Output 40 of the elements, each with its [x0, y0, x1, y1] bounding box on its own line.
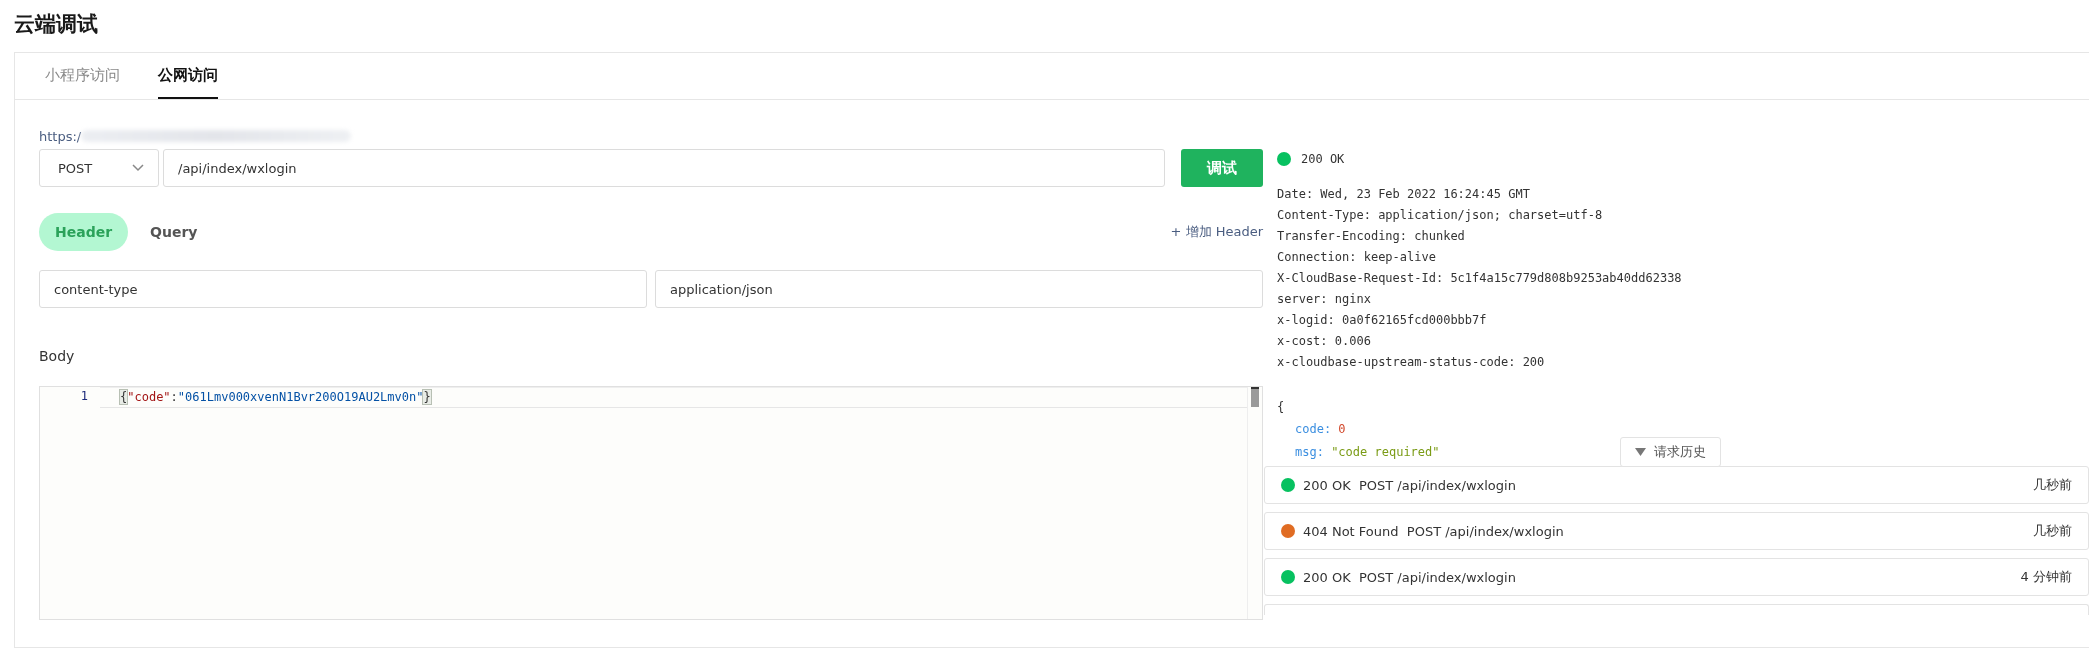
add-header-link[interactable]: + 增加 Header [1170, 223, 1263, 241]
header-key-field[interactable]: content-type [39, 270, 647, 308]
history-request: 200 OK POST /api/index/wxlogin [1303, 477, 1516, 493]
scrollbar-thumb[interactable] [1251, 387, 1259, 407]
response-header: Content-Type: application/json; charset=utf-8 [1277, 207, 1604, 224]
path-input[interactable]: /api/index/wxlogin [163, 149, 1165, 187]
response-header: x-cost: 0.006 [1277, 333, 1372, 350]
tab[interactable]: 小程序访问 [45, 53, 120, 99]
response-status: 200 OK [1301, 152, 1345, 166]
page-title: 云端调试 [14, 11, 99, 38]
line-number: 1 [79, 388, 88, 405]
response-header: x-logid: 0a0f62165fcd000bbb7f [1277, 312, 1488, 329]
history-time: 4 分钟前 [2020, 568, 2072, 586]
response-header: Connection: keep-alive [1277, 249, 1437, 266]
history-time: 几秒前 [2033, 476, 2072, 494]
response-header: Transfer-Encoding: chunked [1277, 228, 1466, 245]
method-select[interactable]: POST [39, 149, 159, 187]
response-header: Date: Wed, 23 Feb 2022 16:24:45 GMT [1277, 186, 1531, 203]
history-item[interactable]: 404 Not Found POST /api/index/wxlogin 几秒前 [1264, 512, 2089, 550]
history-request: 404 Not Found POST /api/index/wxlogin [1303, 523, 1564, 539]
code-editor[interactable]: 1 {"code":"061Lmv000xvenN1Bvr200O19AU2Lmv0n"} [39, 386, 1263, 620]
url-prefix: https:/ [39, 128, 82, 144]
history-request: 200 OK POST /api/index/wxlogin [1303, 569, 1516, 585]
history-item[interactable]: 200 OK POST /api/index/wxlogin 几秒前 [1264, 466, 2089, 504]
history-item[interactable]: 200 OK POST /api/index/wxlogin 4 分钟前 [1264, 558, 2089, 596]
history-time: 几秒前 [2033, 522, 2072, 540]
body-label: Body [39, 347, 76, 366]
history-button[interactable]: 请求历史 [1620, 437, 1721, 467]
code-line: {"code":"061Lmv000xvenN1Bvr200O19AU2Lmv0n"} [100, 387, 1248, 408]
param-tab[interactable]: Query [134, 213, 214, 251]
json-field: code: 0 [1277, 418, 1346, 441]
json-brace: { [1277, 399, 1285, 416]
response-header: X-CloudBase-Request-Id: 5c1f4a15c779d808b9253ab40dd62338 [1277, 270, 1683, 287]
response-header: x-cloudbase-upstream-status-code: 200 [1277, 354, 1546, 371]
chevron-down-icon [132, 164, 144, 172]
header-value-field[interactable]: application/json [655, 270, 1263, 308]
json-field: msg: "code required" [1277, 441, 1440, 464]
triangle-down-icon [1635, 448, 1646, 456]
tab[interactable]: 公网访问 [158, 53, 218, 99]
response-header: server: nginx [1277, 291, 1372, 308]
